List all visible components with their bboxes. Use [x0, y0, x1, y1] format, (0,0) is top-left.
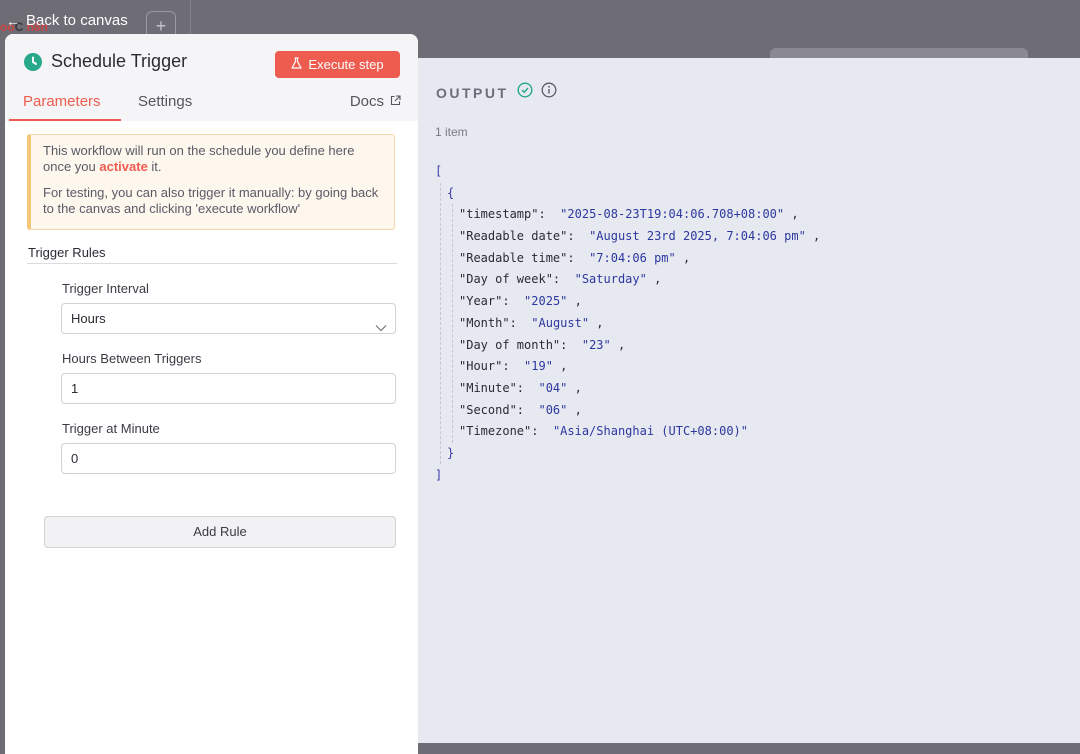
node-parameters-panel: Schedule Trigger Execute step Parameters…: [5, 34, 418, 754]
json-field-row: "Readable date": "August 23rd 2025, 7:04…: [459, 229, 821, 244]
node-header: Schedule Trigger Execute step Parameters…: [5, 34, 418, 121]
tab-settings[interactable]: Settings: [138, 93, 192, 110]
output-header: OUTPUT: [436, 82, 557, 103]
trigger-at-minute-label: Trigger at Minute: [62, 421, 160, 436]
json-key: "Readable time": [459, 250, 568, 265]
hours-between-input[interactable]: 1: [61, 373, 396, 404]
json-output: [ { "timestamp": "2025-08-23T19:04:06.70…: [435, 161, 820, 486]
check-circle-icon: [517, 82, 533, 103]
json-key: "Day of week": [459, 272, 553, 287]
json-key: "timestamp": [459, 207, 539, 222]
trigger-at-minute-input[interactable]: 0: [61, 443, 396, 474]
json-value: "23": [581, 337, 611, 352]
json-open-brace: {: [447, 185, 455, 200]
json-field-row: "Minute": "04" ,: [459, 380, 582, 395]
activate-link[interactable]: activate: [99, 159, 147, 174]
json-value: "04": [538, 380, 568, 395]
trigger-rules-heading: Trigger Rules: [28, 245, 106, 260]
external-link-icon: [390, 93, 401, 110]
json-fields: "timestamp": "2025-08-23T19:04:06.708+08…: [435, 204, 820, 443]
notice-text: This workflow will run on the schedule y…: [43, 143, 355, 174]
info-icon[interactable]: [541, 82, 557, 103]
indent-guide: [440, 183, 441, 464]
active-tab-indicator: [9, 119, 121, 121]
trigger-interval-value: Hours: [71, 311, 106, 326]
json-value: "7:04:06 pm": [589, 250, 676, 265]
flask-icon: [291, 57, 303, 72]
json-key: "Hour": [459, 359, 503, 374]
json-field-row: "Month": "August" ,: [459, 315, 604, 330]
json-field-row: "Readable time": "7:04:06 pm" ,: [459, 250, 691, 265]
add-rule-button[interactable]: Add Rule: [44, 516, 396, 548]
json-key: "Second": [459, 402, 517, 417]
json-value: "August": [531, 315, 590, 330]
execute-step-button[interactable]: Execute step: [275, 51, 400, 78]
json-key: "Minute": [459, 380, 517, 395]
trigger-interval-label: Trigger Interval: [62, 281, 149, 296]
json-key: "Day of month": [459, 337, 561, 352]
json-value: "Asia/Shanghai (UTC+08:00)": [552, 424, 749, 439]
tab-parameters[interactable]: Parameters: [23, 93, 101, 110]
clock-icon: [24, 53, 42, 71]
divider: [27, 263, 397, 264]
notice-line-2: For testing, you can also trigger it man…: [43, 185, 379, 216]
arrow-left-icon: ←: [6, 12, 20, 29]
execute-step-label: Execute step: [308, 57, 384, 72]
json-field-row: "Day of month": "23" ,: [459, 337, 626, 352]
schedule-info-notice: This workflow will run on the schedule y…: [27, 134, 395, 230]
docs-label: Docs: [349, 93, 384, 110]
json-key: "Readable date": [459, 229, 568, 244]
notice-line-1: This workflow will run on the schedule y…: [43, 143, 382, 175]
chevron-down-icon: [375, 313, 387, 342]
json-value: "Saturday": [574, 272, 647, 287]
json-key: "Month": [459, 315, 510, 330]
back-to-canvas-label: Back to canvas: [26, 12, 128, 29]
json-key: "Year": [459, 294, 503, 309]
json-key: "Timezone": [459, 424, 532, 439]
json-close-bracket: ]: [435, 467, 443, 482]
items-count: 1 item: [435, 125, 468, 139]
json-value: "06": [538, 402, 568, 417]
json-field-row: "Day of week": "Saturday" ,: [459, 272, 662, 287]
json-value: "19": [524, 359, 553, 374]
node-title: Schedule Trigger: [51, 51, 188, 71]
notice-text-end: it.: [147, 159, 162, 174]
json-close-brace: }: [447, 445, 455, 460]
json-field-row: "timestamp": "2025-08-23T19:04:06.708+08…: [459, 207, 799, 222]
panel-tabs: Parameters Settings Docs: [5, 91, 418, 121]
hours-between-label: Hours Between Triggers: [62, 351, 202, 366]
json-field-row: "Timezone": "Asia/Shanghai (UTC+08:00)": [459, 424, 749, 439]
json-value: "2025-08-23T19:04:06.708+08:00": [560, 207, 785, 222]
json-open-bracket: [: [435, 164, 443, 178]
json-value: "August 23rd 2025, 7:04:06 pm": [589, 229, 806, 244]
indent-guide: [452, 204, 453, 443]
output-title: OUTPUT: [436, 84, 509, 101]
output-panel: OUTPUT 1 item [ { "timestamp": "2025-08-…: [418, 58, 1080, 743]
back-to-canvas-link[interactable]: ← Back to canvas: [6, 12, 128, 29]
docs-link[interactable]: Docs: [350, 93, 401, 110]
json-value: "2025": [524, 294, 568, 309]
json-field-row: "Hour": "19" ,: [459, 359, 568, 374]
json-field-row: "Year": "2025" ,: [459, 294, 582, 309]
json-field-row: "Second": "06" ,: [459, 402, 582, 417]
trigger-interval-select[interactable]: Hours: [61, 303, 396, 334]
